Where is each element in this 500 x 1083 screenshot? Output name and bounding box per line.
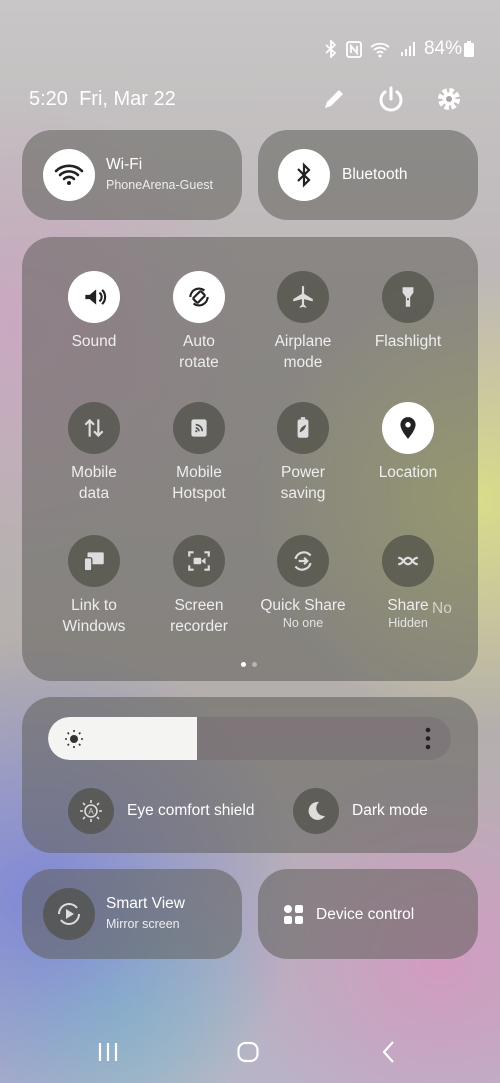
tile-toggle[interactable] <box>68 271 120 323</box>
tile-label: Quick Share <box>260 597 346 614</box>
tile-label: Sound <box>71 333 117 350</box>
battery-percent: 84% <box>423 38 462 59</box>
tile-hotspot[interactable]: Mobile Hotspot <box>147 402 251 504</box>
tile-quick-share[interactable]: Quick Share No one <box>251 535 355 630</box>
smart-view-icon <box>43 888 95 940</box>
smart-view-title: Smart View <box>106 895 185 912</box>
tile-auto-rotate[interactable]: Auto rotate <box>147 271 251 373</box>
recent-apps-button[interactable] <box>96 1040 120 1064</box>
edit-icon[interactable] <box>319 84 349 114</box>
bluetooth-icon <box>297 162 311 188</box>
dark-mode-label: Dark mode <box>352 802 428 819</box>
tile-flashlight[interactable]: Flashlight <box>356 271 460 352</box>
link-to-windows-icon <box>83 552 104 572</box>
bluetooth-icon <box>325 40 337 58</box>
tile-label: Screen recorder <box>170 597 228 635</box>
battery-icon <box>464 41 474 57</box>
tile-label: Auto rotate <box>179 333 219 371</box>
bluetooth-card[interactable]: Bluetooth <box>258 130 478 220</box>
back-button[interactable] <box>378 1040 402 1064</box>
quick-share-icon <box>294 551 312 571</box>
page-indicator-dot[interactable] <box>252 662 257 667</box>
tile-sound[interactable]: Sound <box>42 271 146 352</box>
tile-screen-recorder[interactable]: Screen recorder <box>147 535 251 637</box>
tile-toggle[interactable] <box>173 271 225 323</box>
status-bar: 84% <box>324 38 474 60</box>
tile-toggle[interactable] <box>277 271 329 323</box>
sound-icon <box>85 289 107 305</box>
tile-toggle[interactable] <box>173 535 225 587</box>
date: Fri, Mar 22 <box>79 88 176 110</box>
tile-toggle[interactable] <box>68 402 120 454</box>
device-control-title: Device control <box>316 906 415 923</box>
smart-view-sub: Mirror screen <box>106 917 180 931</box>
hotspot-icon <box>191 419 207 437</box>
signal-icon <box>400 42 415 56</box>
brightness-slider[interactable] <box>48 717 451 760</box>
smart-view-card[interactable]: Smart View Mirror screen <box>22 869 242 959</box>
device-control-icon <box>284 905 303 924</box>
tile-toggle[interactable] <box>68 535 120 587</box>
tile-location[interactable]: Location <box>356 402 460 483</box>
date-time: 5:20 Fri, Mar 22 <box>29 88 176 111</box>
tile-link-to-windows[interactable]: Link to Windows <box>42 535 146 637</box>
wifi-title: Wi-Fi <box>106 156 143 173</box>
quick-tiles-panel: Sound Auto rotate Airplane mode Flashlight M… <box>22 237 478 681</box>
tile-toggle[interactable] <box>382 535 434 587</box>
tile-sublabel: No one <box>282 616 324 630</box>
tile-label: Airplane mode <box>274 333 332 371</box>
tile-airplane[interactable]: Airplane mode <box>251 271 355 373</box>
page-indicator-dot[interactable] <box>241 662 246 667</box>
share-hidden-icon <box>398 556 418 566</box>
device-control-card[interactable]: Device control <box>258 869 478 959</box>
eye-comfort-button[interactable]: A Eye comfort shield <box>68 788 255 834</box>
tile-sublabel: Hidden <box>388 616 428 630</box>
location-icon <box>400 417 416 439</box>
tile-label: Power saving <box>280 464 326 502</box>
mobile-data-icon <box>84 418 104 438</box>
flashlight-icon <box>402 287 414 307</box>
sun-icon <box>65 730 83 748</box>
wifi-toggle[interactable] <box>43 149 95 201</box>
tile-toggle[interactable] <box>382 271 434 323</box>
power-icon[interactable] <box>376 84 406 114</box>
tile-toggle[interactable] <box>173 402 225 454</box>
tile-toggle[interactable] <box>382 402 434 454</box>
tile-toggle[interactable] <box>277 535 329 587</box>
dark-mode-button[interactable]: Dark mode <box>293 788 428 834</box>
wifi-card[interactable]: Wi-Fi PhoneArena-Guest <box>22 130 242 220</box>
nfc-icon <box>346 40 362 58</box>
moon-icon <box>293 788 339 834</box>
wifi-icon <box>54 164 84 185</box>
tile-label: Mobile data <box>71 464 117 502</box>
eye-comfort-icon: A <box>68 788 114 834</box>
brightness-panel: A Eye comfort shield Dark mode <box>22 697 478 853</box>
wifi-network: PhoneArena-Guest <box>106 178 214 192</box>
tile-mobile-data[interactable]: Mobile data <box>42 402 146 504</box>
wifi-icon <box>370 42 390 57</box>
tile-label: Mobile Hotspot <box>172 464 226 502</box>
auto-rotate-icon <box>189 287 209 307</box>
settings-icon[interactable] <box>434 84 464 114</box>
svg-text:A: A <box>88 807 94 816</box>
tile-label: Location <box>378 464 438 481</box>
power-saving-icon <box>297 417 309 438</box>
tile-toggle[interactable] <box>277 402 329 454</box>
home-button[interactable] <box>236 1040 260 1064</box>
bluetooth-title: Bluetooth <box>342 166 408 183</box>
tile-label: Link to Windows <box>62 597 126 635</box>
bluetooth-toggle[interactable] <box>278 149 330 201</box>
tile-power-saving[interactable]: Power saving <box>251 402 355 504</box>
more-options-icon[interactable] <box>425 727 431 750</box>
tile-label: Flashlight <box>374 333 442 350</box>
partial-tile-label: No <box>432 600 452 617</box>
screen-recorder-icon <box>188 551 210 571</box>
time: 5:20 <box>29 88 68 110</box>
airplane-icon <box>293 286 313 308</box>
eye-comfort-label: Eye comfort shield <box>127 802 255 819</box>
